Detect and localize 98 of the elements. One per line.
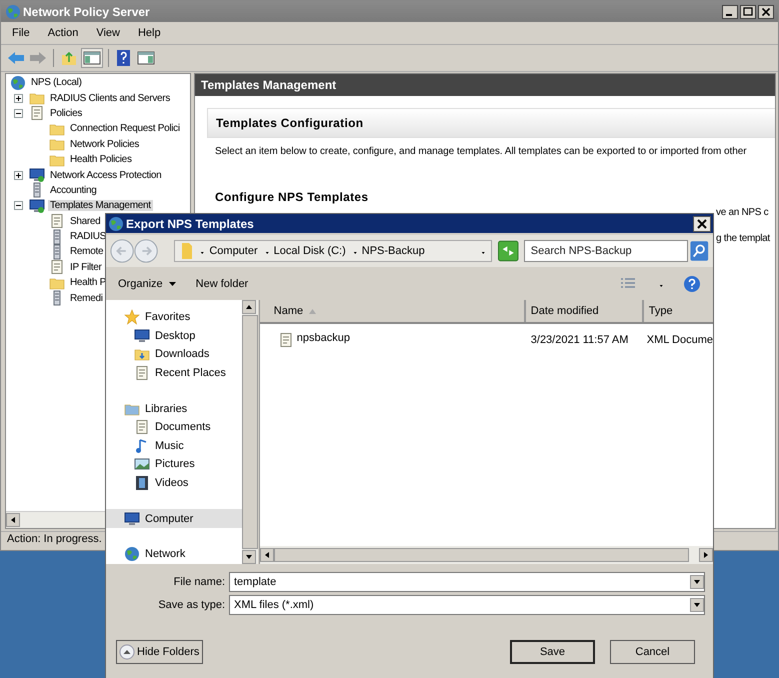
star-icon	[124, 309, 140, 326]
pictures-icon	[134, 456, 150, 472]
menu-item[interactable]: Help	[138, 27, 161, 39]
navigation-item[interactable]: Computer	[106, 509, 242, 528]
tree-item[interactable]: Connection Request Polici	[68, 123, 182, 134]
tree-item[interactable]: Accounting	[48, 184, 98, 196]
collapse-toggle[interactable]	[14, 201, 23, 210]
date-modified-cell-text: 3/23/2021 11:57 AM	[530, 334, 630, 346]
scroll-left-button[interactable]	[260, 548, 274, 562]
menu-item[interactable]: Action	[48, 27, 78, 39]
caret-icon	[168, 282, 176, 286]
navigation-item[interactable]: Music	[106, 436, 242, 456]
scrollbar-thumb[interactable]	[274, 548, 689, 562]
maximize-button[interactable]	[740, 4, 756, 18]
globe-icon	[5, 4, 21, 20]
scroll-down-button[interactable]	[242, 550, 256, 564]
tree-item[interactable]: Policies	[48, 108, 84, 119]
description-text: Select an item below to create, configure, and manage templates. All templates can be exported to or imported from other	[215, 146, 748, 157]
scroll-icon	[29, 105, 45, 122]
help-icon[interactable]	[683, 274, 701, 292]
column-header[interactable]: Type	[644, 300, 713, 322]
network-icon	[124, 546, 140, 562]
file-name[interactable]: npsbackup	[296, 332, 350, 348]
file-name-label: File name:	[172, 576, 225, 588]
dropdown-button[interactable]	[690, 598, 704, 612]
console-tree-icon[interactable]	[82, 49, 102, 67]
scroll-icon	[49, 259, 65, 276]
navigation-item[interactable]: Desktop	[106, 326, 242, 346]
navigation-item[interactable]: Favorites	[106, 308, 242, 327]
network-computer-icon	[29, 198, 45, 214]
network-computer-icon	[29, 167, 45, 184]
horizontal-scrollbar[interactable]	[260, 546, 713, 564]
menu-item[interactable]: File	[12, 27, 30, 39]
expand-toggle[interactable]	[14, 94, 23, 103]
collapse-toggle[interactable]	[14, 108, 23, 118]
close-button[interactable]	[758, 4, 774, 18]
expand-toggle[interactable]	[14, 170, 23, 180]
help-icon[interactable]	[115, 49, 133, 67]
scroll-up-button[interactable]	[242, 300, 256, 314]
sort-caret-icon	[309, 308, 316, 314]
computer-icon	[124, 510, 140, 527]
scroll-right-button[interactable]	[699, 548, 713, 562]
search-field[interactable]: Search NPS-Backup	[524, 240, 688, 262]
tree-item[interactable]: NPS (Local)	[29, 77, 84, 88]
navigation-item[interactable]: Libraries	[106, 399, 242, 418]
body-text: g the templat	[716, 233, 770, 244]
section-title: Templates Configuration	[207, 108, 775, 138]
tree-item[interactable]: IP Filter	[68, 262, 104, 273]
navigation-item[interactable]: Videos	[106, 474, 242, 492]
recent-places-icon	[134, 365, 150, 382]
tree-item[interactable]: RADIUS Clients and Servers	[48, 92, 172, 104]
hide-folders-button[interactable]: Hide Folders	[116, 640, 204, 664]
type-cell-text: XML Docume	[646, 334, 713, 346]
tree-item[interactable]: Shared	[68, 216, 102, 227]
document-icon	[278, 332, 294, 348]
refresh-button[interactable]	[498, 240, 519, 262]
save-as-type-label: Save as type:	[157, 599, 225, 611]
tree-item[interactable]: Health Policies	[68, 154, 134, 166]
file-name-field[interactable]: template	[229, 572, 705, 592]
search-icon[interactable]	[690, 240, 709, 262]
tree-item[interactable]: RADIUS	[68, 231, 108, 242]
tree-item[interactable]: Network Access Protection	[48, 170, 164, 181]
dialog-title: Export NPS Templates	[126, 216, 254, 230]
globe-icon	[108, 216, 124, 232]
scroll-left-button[interactable]	[6, 513, 20, 527]
window-title: Network Policy Server	[23, 4, 150, 18]
save-button[interactable]: Save	[510, 640, 595, 664]
organize-menu[interactable]: Organize	[118, 278, 176, 290]
navigation-item[interactable]: Downloads	[106, 345, 242, 364]
section-heading: Configure NPS Templates	[215, 190, 370, 204]
chevron-up-icon	[119, 644, 135, 660]
menu-item[interactable]: View	[96, 27, 120, 39]
desktop-icon	[134, 328, 150, 344]
minimize-button[interactable]	[722, 4, 738, 18]
address-bar[interactable]: Computer Local Disk (C:) NPS-Backup	[174, 240, 492, 262]
column-header[interactable]: Name	[260, 300, 526, 322]
tree-item[interactable]: Remote	[68, 246, 106, 258]
close-button[interactable]	[693, 216, 711, 232]
tree-item[interactable]: Network Policies	[68, 138, 142, 150]
pane-header: Templates Management	[195, 74, 775, 96]
tree-item[interactable]: Templates Management	[48, 200, 153, 212]
navigation-item[interactable]: Documents	[106, 418, 242, 437]
column-header[interactable]: Date modified	[526, 300, 644, 322]
navigation-item[interactable]: Network	[106, 544, 242, 564]
globe-icon	[10, 74, 26, 91]
document-icon	[134, 419, 150, 436]
save-as-type-dropdown[interactable]: XML files (*.xml)	[229, 595, 705, 615]
navigation-item[interactable]: Recent Places	[106, 364, 242, 382]
action-pane-icon[interactable]	[137, 50, 155, 66]
tree-item[interactable]: Remedi	[68, 292, 105, 304]
scroll-icon	[49, 213, 65, 230]
body-text: ve an NPS c	[716, 207, 768, 218]
navigation-item[interactable]: Pictures	[106, 455, 242, 474]
cancel-button[interactable]: Cancel	[610, 640, 695, 664]
new-folder-button[interactable]: New folder	[196, 278, 248, 290]
status-text: Action: In progress.	[7, 533, 102, 545]
film-icon	[134, 475, 150, 492]
dropdown-button[interactable]	[690, 575, 704, 589]
